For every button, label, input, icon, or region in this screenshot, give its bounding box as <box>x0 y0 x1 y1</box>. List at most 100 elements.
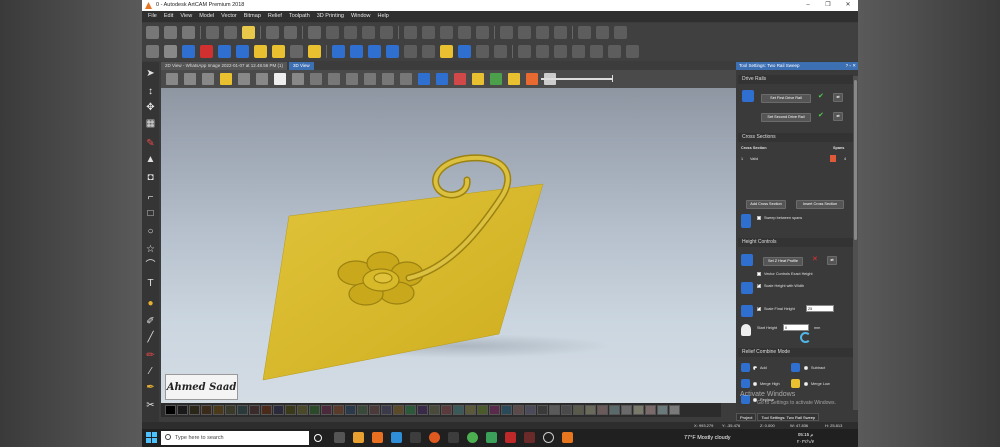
group-tool-icon[interactable] <box>380 26 393 39</box>
paint-drop-icon[interactable]: ● <box>145 298 156 309</box>
illustrator-icon[interactable] <box>505 432 516 443</box>
panel-scrollbar[interactable] <box>853 76 858 410</box>
light-icon[interactable] <box>220 73 232 85</box>
color-swatch[interactable] <box>489 405 500 415</box>
tab-3d-view[interactable]: 3D View <box>288 62 314 70</box>
add-cross-section-button[interactable]: Add Cross Section <box>746 200 786 209</box>
color-swatch[interactable] <box>465 405 476 415</box>
color-swatch[interactable] <box>237 405 248 415</box>
distribute-tool-icon[interactable] <box>422 26 435 39</box>
color-swatch[interactable] <box>501 405 512 415</box>
clock-app-icon[interactable] <box>543 432 554 443</box>
color-swatch[interactable] <box>321 405 332 415</box>
color-swatch[interactable] <box>417 405 428 415</box>
color-swatch[interactable] <box>633 405 644 415</box>
subtract-mode-radio[interactable] <box>804 366 808 370</box>
color-swatch[interactable] <box>537 405 548 415</box>
tab-tool-settings[interactable]: Tool Settings: Two Rail Sweep <box>757 413 820 421</box>
paint-brush-icon[interactable]: ✒ <box>145 382 156 393</box>
fill-bucket-icon[interactable]: ▲ <box>145 154 156 165</box>
color-swatch[interactable] <box>621 405 632 415</box>
show-layers-icon[interactable] <box>400 73 412 85</box>
menu-model[interactable]: Model <box>199 11 214 22</box>
vector-controls-exact-height-checkbox[interactable] <box>757 272 761 276</box>
color-swatch[interactable] <box>273 405 284 415</box>
zoom-view-icon[interactable] <box>256 73 268 85</box>
color-swatch[interactable] <box>357 405 368 415</box>
set-first-drive-rail-button[interactable]: Set First Drive Rail <box>761 94 811 103</box>
color-swatch[interactable] <box>549 405 560 415</box>
offset-tool-icon[interactable] <box>536 26 549 39</box>
zoom-slider[interactable] <box>541 75 613 81</box>
color-swatch[interactable] <box>309 405 320 415</box>
color-swatch[interactable] <box>225 405 236 415</box>
color-swatch[interactable] <box>393 405 404 415</box>
rectangle-icon[interactable]: □ <box>145 208 156 219</box>
cross-section-row-index[interactable]: 1 <box>741 157 743 161</box>
scale-final-height-checkbox[interactable] <box>757 305 761 311</box>
paste-icon[interactable] <box>242 26 255 39</box>
two-rail-sweep-icon[interactable] <box>458 45 471 58</box>
undo-icon[interactable] <box>266 26 279 39</box>
merge-low-radio[interactable] <box>804 382 808 386</box>
menu-window[interactable]: Window <box>351 11 371 22</box>
color-swatch[interactable] <box>405 405 416 415</box>
taskbar-clock[interactable]: 05:15 م ٢٠٢٢/١/٧ <box>797 431 814 445</box>
offset-relief-icon[interactable] <box>590 45 603 58</box>
node-tool-icon[interactable] <box>344 26 357 39</box>
file-explorer-icon[interactable] <box>353 432 364 443</box>
trim-tool-icon[interactable] <box>500 26 513 39</box>
menu-view[interactable]: View <box>180 11 192 22</box>
media-app-icon[interactable] <box>524 432 535 443</box>
color-swatch[interactable] <box>165 405 176 415</box>
intersect-tool-icon[interactable] <box>614 26 627 39</box>
crop-icon[interactable]: ▦ <box>145 118 156 129</box>
sweep-icon[interactable] <box>332 45 345 58</box>
blue-layer-icon[interactable] <box>436 73 448 85</box>
reset-relief-icon[interactable] <box>572 45 585 58</box>
color-swatch[interactable] <box>513 405 524 415</box>
weld-tool-icon[interactable] <box>578 26 591 39</box>
relief-eraser-icon[interactable] <box>200 45 213 58</box>
turn-icon[interactable] <box>386 45 399 58</box>
relief-paste-icon[interactable] <box>308 45 321 58</box>
show-relief-icon[interactable] <box>346 73 358 85</box>
menu-help[interactable]: Help <box>378 11 389 22</box>
subtract-tool-icon[interactable] <box>596 26 609 39</box>
relief-layer-icon[interactable] <box>218 45 231 58</box>
circle-icon[interactable]: ○ <box>145 226 156 237</box>
copy-icon[interactable] <box>224 26 237 39</box>
vlc-icon[interactable] <box>372 432 383 443</box>
iso-view-icon[interactable] <box>166 73 178 85</box>
weather-widget[interactable]: 77°F Mostly cloudy <box>684 429 731 447</box>
smooth-icon[interactable] <box>404 45 417 58</box>
color-swatch[interactable] <box>573 405 584 415</box>
3d-viewport[interactable]: Ahmed Saad <box>161 88 736 403</box>
mirror-tool-icon[interactable] <box>440 26 453 39</box>
set-z-heat-profile-button[interactable]: Set Z Heat Profile <box>763 257 803 266</box>
zoom-icon[interactable] <box>146 45 159 58</box>
relief-lightbulb-icon[interactable] <box>254 45 267 58</box>
color-swatch[interactable] <box>297 405 308 415</box>
text-icon[interactable]: T <box>145 278 156 289</box>
menu-3d-printing[interactable]: 3D Printing <box>317 11 344 22</box>
add-mode-radio[interactable] <box>753 366 757 370</box>
brush-icon[interactable]: ✐ <box>145 316 156 327</box>
color-swatch[interactable] <box>441 405 452 415</box>
grid-icon[interactable] <box>238 73 250 85</box>
redo-icon[interactable] <box>284 26 297 39</box>
show-vectors-icon[interactable] <box>310 73 322 85</box>
color-swatch[interactable] <box>213 405 224 415</box>
clear-profile-icon[interactable]: ✕ <box>812 255 818 263</box>
color-swatch[interactable] <box>285 405 296 415</box>
color-swatch[interactable] <box>609 405 620 415</box>
close-button[interactable]: ✕ <box>838 0 858 11</box>
color-swatch[interactable] <box>453 405 464 415</box>
color-swatch[interactable] <box>189 405 200 415</box>
rotate-tool-icon[interactable] <box>458 26 471 39</box>
duck-icon[interactable] <box>508 73 520 85</box>
color-swatch[interactable] <box>525 405 536 415</box>
cross-section-row-status[interactable]: Valid <box>750 157 758 161</box>
scale-height-with-width-checkbox[interactable] <box>757 282 761 288</box>
swap-second-rail-icon[interactable]: ⇄ <box>833 112 843 121</box>
